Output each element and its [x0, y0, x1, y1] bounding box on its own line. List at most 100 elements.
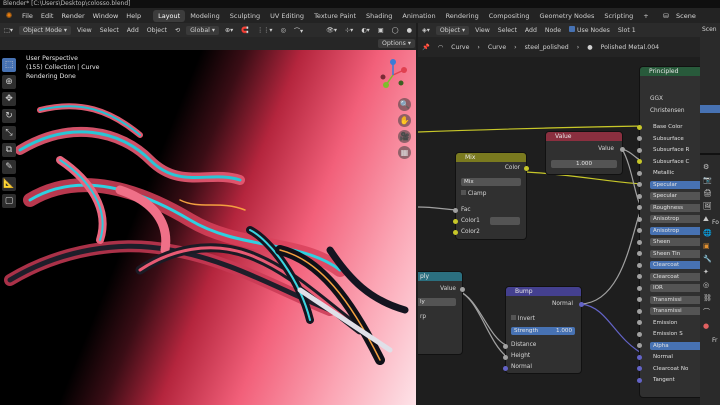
measure-icon[interactable]: 📐	[2, 177, 16, 191]
cursor-icon[interactable]: ⊕	[2, 75, 16, 89]
math-output-socket[interactable]	[460, 287, 465, 292]
blender-logo-icon[interactable]: ✺	[0, 11, 18, 20]
value-node[interactable]: Value Value 1.000	[546, 132, 625, 174]
principled-input-socket[interactable]	[637, 170, 642, 176]
node-menu-add[interactable]: Add	[521, 26, 541, 35]
pin-icon[interactable]: 📌	[418, 42, 434, 52]
principled-input-socket[interactable]	[637, 136, 642, 141]
principled-input-field[interactable]: Roughness	[650, 203, 700, 212]
pivot-icon[interactable]: ⊕▾	[221, 26, 237, 35]
principled-input-field[interactable]: Emission	[650, 319, 700, 327]
menu-help[interactable]: Help	[122, 12, 145, 20]
node-menu-select[interactable]: Select	[494, 26, 521, 35]
principled-input-field[interactable]: Subsurface R	[650, 146, 700, 154]
mix-clamp-checkbox[interactable]: Clamp	[461, 190, 486, 197]
rotate-icon[interactable]: ↻	[2, 109, 16, 123]
mix-node-header[interactable]: Mix	[456, 153, 526, 162]
scale-icon[interactable]: ⤡	[2, 126, 16, 140]
options-dropdown[interactable]: Options ▾	[378, 39, 415, 48]
grid-icon[interactable]: ▦	[398, 146, 411, 159]
snap-target-icon[interactable]: ⋮⋮▾	[253, 26, 276, 35]
shading-wireframe-icon[interactable]: ◯	[388, 26, 403, 35]
principled-input-field[interactable]: Sheen Tin	[650, 249, 700, 258]
select-box-icon[interactable]: ⬚	[2, 58, 16, 72]
tab-uv-editing[interactable]: UV Editing	[265, 10, 309, 22]
hand-pan-icon[interactable]: ✋	[398, 114, 411, 127]
add-cube-icon[interactable]: ▢	[2, 194, 16, 208]
breadcrumb-item[interactable]: Curve	[447, 43, 473, 52]
principled-input-socket[interactable]	[637, 124, 642, 130]
zoom-icon[interactable]: 🔍	[398, 98, 411, 111]
modifier-tab-icon[interactable]: 🔧	[703, 255, 712, 263]
principled-input-socket[interactable]	[637, 182, 642, 187]
menu-file[interactable]: File	[18, 12, 37, 20]
principled-input-socket[interactable]	[637, 308, 642, 314]
node-menu-view[interactable]: View	[471, 26, 494, 35]
tab-animation[interactable]: Animation	[397, 10, 440, 22]
physics-tab-icon[interactable]: ◎	[703, 281, 712, 289]
shader-type-selector[interactable]: Object ▾	[435, 25, 470, 35]
menu-edit[interactable]: Edit	[37, 12, 58, 20]
bump-normal-socket[interactable]	[503, 366, 508, 371]
slot-selector[interactable]: Slot 1	[614, 26, 640, 35]
principled-distribution[interactable]: GGX	[650, 96, 663, 102]
math-node-partial-header[interactable]: ply	[418, 272, 462, 281]
tab-shading[interactable]: Shading	[361, 10, 397, 22]
bump-output-socket[interactable]	[579, 302, 584, 307]
3d-viewport[interactable]: User Perspective (155) Collection | Curv…	[0, 50, 416, 405]
transform-orientation-selector[interactable]: Global ▾	[186, 25, 219, 35]
principled-input-field[interactable]: Emission S	[650, 330, 700, 338]
tab-rendering[interactable]: Rendering	[441, 10, 484, 22]
bump-strength-field[interactable]: Strength 1.000	[511, 327, 575, 335]
bump-invert-checkbox[interactable]: Invert	[511, 315, 535, 322]
principled-input-socket[interactable]	[637, 297, 642, 302]
principled-input-socket[interactable]	[637, 343, 642, 348]
principled-input-field[interactable]: Specular	[650, 192, 700, 200]
menu-window[interactable]: Window	[89, 12, 123, 20]
principled-input-socket[interactable]	[637, 147, 642, 153]
principled-input-socket[interactable]	[637, 228, 642, 233]
principled-input-field[interactable]: Specular	[650, 180, 700, 189]
camera-icon[interactable]: 🎥	[398, 130, 411, 143]
principled-input-socket[interactable]	[637, 193, 642, 199]
scene-icon[interactable]: ⛁	[660, 12, 672, 20]
principled-node-header[interactable]: Principled	[640, 67, 700, 76]
breadcrumb-item[interactable]: Polished Metal.004	[597, 43, 663, 52]
add-workspace-icon[interactable]: +	[638, 10, 653, 22]
particles-tab-icon[interactable]: ✦	[703, 268, 712, 276]
principled-input-field[interactable]: Anisotrop	[650, 215, 700, 223]
overlay-toggle-icon[interactable]: ◐▾	[357, 26, 374, 35]
tab-modeling[interactable]: Modeling	[185, 10, 225, 22]
shading-solid-icon[interactable]: ●	[403, 26, 416, 35]
move-icon[interactable]: ✥	[2, 92, 16, 106]
visibility-icon[interactable]: 👁▾	[322, 25, 341, 35]
viewport-menu-view[interactable]: View	[73, 26, 96, 35]
principled-input-socket[interactable]	[637, 159, 642, 164]
principled-input-socket[interactable]	[637, 205, 642, 210]
mix-output-socket[interactable]	[524, 166, 529, 171]
principled-input-field[interactable]: Base Color	[650, 123, 700, 131]
bump-distance-socket[interactable]	[503, 344, 508, 349]
scene-selector[interactable]: Scene	[672, 12, 720, 20]
principled-input-field[interactable]: Clearcoat	[650, 261, 700, 269]
principled-input-socket[interactable]	[637, 354, 642, 360]
proportional-edit-icon[interactable]: ◎	[276, 26, 289, 35]
bump-height-socket[interactable]	[503, 355, 508, 360]
bump-node[interactable]: Bump Normal Invert Strength 1.000 Distan…	[503, 287, 584, 373]
data-tab-icon[interactable]: ⌒	[703, 307, 712, 317]
transform-icon[interactable]: ⧉	[2, 143, 16, 157]
menu-render[interactable]: Render	[57, 12, 88, 20]
principled-input-socket[interactable]	[637, 262, 642, 268]
principled-input-field[interactable]: Metallic	[650, 169, 700, 177]
principled-input-field[interactable]: IOR	[650, 284, 700, 292]
gizmo-toggle-icon[interactable]: ⊹▾	[341, 26, 357, 35]
principled-subsurface-method[interactable]: Christensen	[650, 108, 685, 114]
principled-input-field[interactable]: Clearcoat	[650, 272, 700, 281]
navigation-gizmo[interactable]	[376, 58, 410, 92]
scene-tab-icon[interactable]: ⛰	[703, 215, 712, 224]
mix-node[interactable]: Mix Color Mix Clamp Fac Color1 Color2	[453, 153, 529, 239]
breadcrumb-item[interactable]: Curve	[484, 43, 510, 52]
tool-tab-icon[interactable]: ⚙	[703, 163, 712, 171]
mix-fac-socket[interactable]	[453, 208, 458, 213]
falloff-icon[interactable]: ⌒▾	[290, 25, 307, 36]
